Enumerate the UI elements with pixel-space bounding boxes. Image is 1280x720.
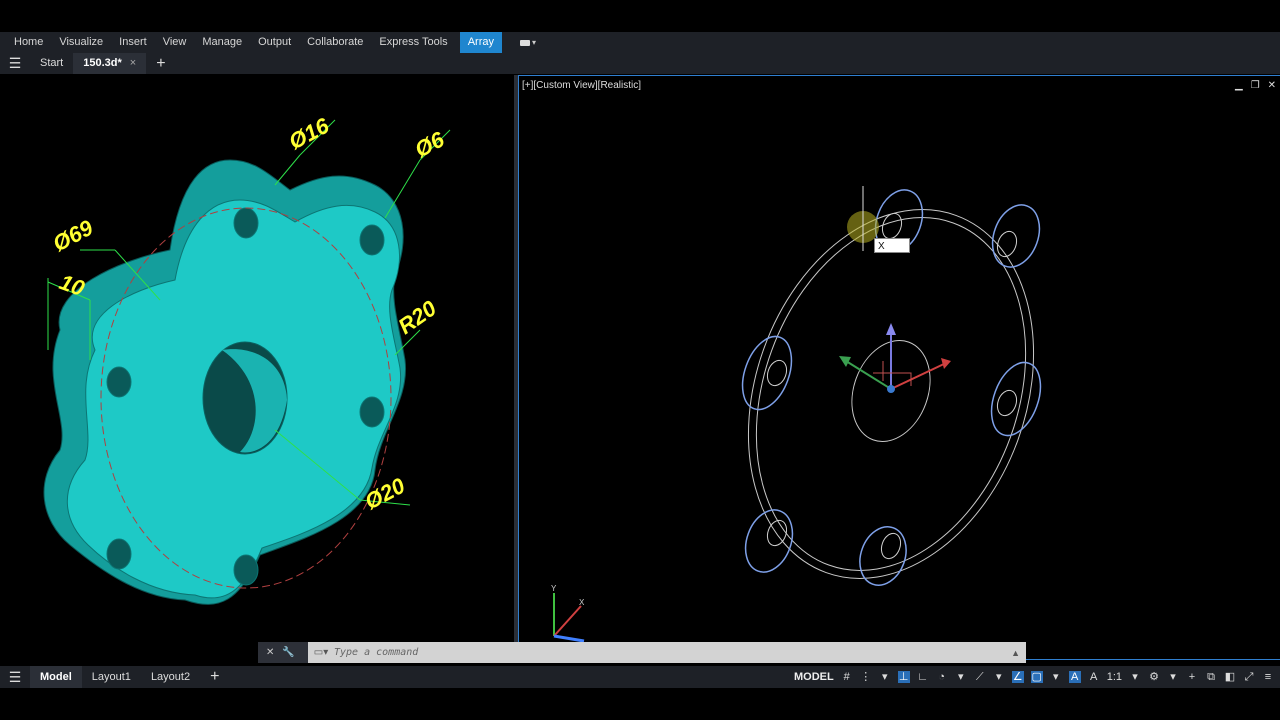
svg-text:Y: Y (551, 584, 557, 593)
flange-outline (747, 209, 1035, 579)
ribbon-tab-bar: Home Visualize Insert View Manage Output… (0, 32, 1280, 53)
tab-layout1[interactable]: Layout1 (82, 666, 141, 688)
left-viewport[interactable]: Ø16 Ø6 Ø69 10 R20 Ø20 (0, 75, 514, 660)
lobe (990, 361, 1042, 437)
command-prompt-icon[interactable]: ▭▾ (308, 647, 334, 658)
gear-icon[interactable]: ⚙ (1148, 671, 1160, 683)
close-icon[interactable]: ✕ (1268, 80, 1276, 91)
annotation-visibility-icon[interactable]: A (1068, 671, 1081, 683)
chevron-down-icon: ▾ (531, 38, 536, 47)
tab-model[interactable]: Model (30, 666, 82, 688)
model-space-toggle[interactable]: MODEL (794, 671, 834, 683)
document-tab-bar: ☰ Start 150.3d* × + (0, 53, 1280, 74)
tab-layout2[interactable]: Layout2 (141, 666, 200, 688)
gizmo-icon (839, 323, 951, 393)
wireframe-drawing: Y X (551, 186, 1042, 643)
tab-home[interactable]: Home (6, 32, 51, 53)
tab-view[interactable]: View (155, 32, 195, 53)
close-icon[interactable]: × (130, 53, 136, 74)
bolt-hole (233, 554, 259, 586)
auto-scale-icon[interactable]: A (1088, 671, 1100, 683)
customize-menu-icon[interactable]: ≡ (1262, 671, 1274, 683)
viewport-controls: ▁ ❐ ✕ (1235, 80, 1276, 91)
new-document-button[interactable]: + (146, 55, 175, 73)
hardware-acceleration-icon[interactable]: ◧ (1224, 671, 1236, 683)
chevron-down-icon[interactable]: ▾ (879, 671, 891, 683)
tab-active-document[interactable]: 150.3d* × (73, 53, 147, 74)
close-icon[interactable]: ✕ (266, 647, 274, 658)
part-drawing: Ø16 Ø6 Ø69 10 R20 Ø20 (43, 112, 451, 605)
tab-collaborate[interactable]: Collaborate (299, 32, 371, 53)
clean-screen-icon[interactable]: ⤢ (1243, 671, 1255, 683)
tab-manage[interactable]: Manage (194, 32, 250, 53)
status-toggles: MODEL # ⋮ ▾ ⊥ ∟ ◔ ▾ ⟋ ▾ ∠ ▢ ▾ A A 1:1 ▾ … (794, 666, 1274, 688)
ucs-icon: Y X (551, 584, 585, 643)
dimension-diameter-6: Ø6 (411, 126, 449, 162)
menu-icon[interactable]: ☰ (0, 55, 30, 72)
restore-icon[interactable]: ❐ (1251, 80, 1260, 91)
menu-icon[interactable]: ☰ (0, 669, 30, 686)
tab-insert[interactable]: Insert (111, 32, 155, 53)
isodraft-icon[interactable]: ⟋ (974, 671, 986, 683)
svg-text:X: X (579, 598, 585, 607)
command-line-handle: ✕ 🔧 (258, 642, 308, 663)
bolt-hole (233, 207, 259, 239)
infer-constraints-icon[interactable]: ⊥ (897, 671, 910, 683)
bolt-hole (359, 224, 385, 256)
tab-visualize[interactable]: Visualize (51, 32, 111, 53)
viewport-label[interactable]: [+][Custom View][Realistic] (522, 80, 641, 91)
workspace-icon (519, 39, 530, 46)
workspace-switcher[interactable]: ▾ (519, 38, 536, 47)
tab-array[interactable]: Array (459, 32, 502, 53)
chevron-down-icon[interactable]: ▾ (955, 671, 967, 683)
isolate-objects-icon[interactable]: ⧉ (1205, 671, 1217, 683)
tab-output[interactable]: Output (250, 32, 299, 53)
dimension-diameter-16: Ø16 (285, 112, 334, 154)
object-snap-icon[interactable]: ▢ (1030, 671, 1043, 683)
grid-icon[interactable]: # (841, 671, 853, 683)
dynamic-input-box[interactable]: X (874, 238, 910, 253)
add-icon[interactable]: + (1186, 671, 1198, 683)
document-name: 150.3d* (83, 57, 122, 69)
bolt-hole (359, 396, 385, 428)
ortho-icon[interactable]: ∟ (917, 671, 929, 683)
chevron-up-icon[interactable]: ▲ (1011, 648, 1026, 658)
right-viewport[interactable]: Y X (518, 75, 1280, 660)
command-line: ✕ 🔧 ▭▾ Type a command ▲ (258, 642, 1026, 663)
annotation-scale[interactable]: 1:1 (1107, 671, 1122, 683)
tab-express-tools[interactable]: Express Tools (371, 32, 455, 53)
object-snap-tracking-icon[interactable]: ∠ (1011, 671, 1024, 683)
minimize-icon[interactable]: ▁ (1235, 80, 1243, 91)
chevron-down-icon[interactable]: ▾ (1167, 671, 1179, 683)
status-bar: ☰ Model Layout1 Layout2 + MODEL # ⋮ ▾ ⊥ … (0, 666, 1280, 688)
new-layout-button[interactable]: + (200, 668, 229, 686)
chevron-down-icon[interactable]: ▾ (993, 671, 1005, 683)
tab-start[interactable]: Start (30, 53, 73, 74)
bottom-black-band (0, 688, 1280, 720)
polar-tracking-icon[interactable]: ◔ (936, 671, 948, 683)
wrench-icon[interactable]: 🔧 (282, 647, 294, 658)
bolt-hole (106, 538, 132, 570)
snap-icon[interactable]: ⋮ (860, 671, 872, 683)
chevron-down-icon[interactable]: ▾ (1050, 671, 1062, 683)
command-input[interactable]: Type a command (334, 647, 1011, 658)
chevron-down-icon[interactable]: ▾ (1129, 671, 1141, 683)
bolt-hole (106, 366, 132, 398)
top-black-band (0, 0, 1280, 32)
lobe (744, 509, 794, 573)
lobe (741, 335, 793, 411)
